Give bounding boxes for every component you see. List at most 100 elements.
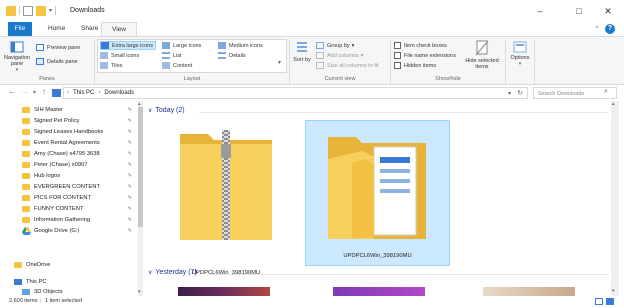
group-header-today[interactable]: ∨ Today (2) (148, 107, 185, 114)
group-by-button[interactable]: Group by ▾ (316, 41, 354, 50)
details-icon (218, 52, 226, 59)
collapse-ribbon-icon[interactable]: ⌃ (594, 25, 600, 33)
item-check-boxes-label: Item check boxes (404, 42, 447, 49)
preview-pane-button[interactable]: Preview pane (36, 43, 80, 52)
item-check-boxes-toggle[interactable]: Item check boxes (394, 41, 447, 50)
file-name-extensions-toggle[interactable]: File name extensions (394, 51, 456, 60)
customize-quick-access-icon[interactable]: ▾ (49, 7, 52, 14)
help-icon[interactable]: ? (605, 24, 615, 34)
nav-item-signed-pet-policy[interactable]: Signed Pet Policy ✎ (22, 115, 140, 126)
address-row: ← → ▾ ↑ › This PC › Downloads ▾ ↻ Search… (0, 85, 624, 101)
close-button[interactable]: ✕ (598, 4, 618, 18)
extra-large-icons-option[interactable]: Extra large icons (100, 41, 156, 50)
pin-icon: ✎ (127, 117, 132, 124)
details-view-icon[interactable] (595, 298, 603, 305)
tab-file[interactable]: File (8, 22, 32, 36)
tab-home[interactable]: Home (38, 22, 75, 36)
chevron-down-icon: ▾ (351, 42, 355, 49)
recent-locations-icon[interactable]: ▾ (33, 89, 36, 96)
nav-item-peter[interactable]: Peter (Chase) x0907 ✎ (22, 159, 140, 170)
address-dropdown-icon[interactable]: ▾ (508, 90, 511, 97)
sort-by-button[interactable]: Sort by (292, 41, 312, 63)
layout-more-icon[interactable]: ▾ (278, 59, 281, 66)
chevron-down-icon: ▾ (360, 52, 364, 59)
content-scrollbar[interactable] (611, 101, 619, 296)
chevron-down-icon: ▾ (518, 61, 522, 67)
add-columns-button[interactable]: Add columns ▾ (316, 51, 364, 60)
large-icons-view-icon[interactable] (606, 298, 614, 305)
navigation-pane-label: Navigation pane (4, 55, 30, 67)
up-arrow-icon[interactable]: ↑ (42, 87, 46, 96)
minimize-button[interactable]: – (530, 4, 550, 18)
properties-icon[interactable] (23, 5, 33, 16)
nav-item-pics-for-content[interactable]: PICS FOR CONTENT ✎ (22, 192, 140, 203)
file-name-extensions-checkbox[interactable] (394, 52, 401, 59)
nav-item-label: Information Gathering (34, 216, 91, 223)
nav-item-sih-master[interactable]: SIH Master ✎ (22, 104, 140, 115)
folder-icon (14, 261, 22, 268)
nav-item-amy[interactable]: Amy (Chase) x4795 3638 ✎ (22, 148, 140, 159)
nav-item-google-drive[interactable]: Google Drive (G:) ✎ (22, 225, 140, 236)
details-pane-button[interactable]: Details pane (36, 57, 78, 66)
tiles-option[interactable]: Tiles (100, 61, 122, 70)
nav-item-label: Hub logos (34, 172, 61, 179)
list-label: List (173, 52, 182, 59)
hidden-items-checkbox[interactable] (394, 62, 401, 69)
nav-item-label: 3D Objects (34, 288, 63, 295)
tab-view[interactable]: View (101, 22, 137, 36)
show-hide-group-label: Show/hide (435, 76, 461, 82)
breadcrumb-this-pc[interactable]: This PC (73, 90, 94, 96)
scroll-up-icon[interactable]: ▴ (138, 101, 141, 107)
nav-item-this-pc[interactable]: This PC (14, 276, 132, 287)
thumbnail-image[interactable] (483, 287, 575, 296)
forward-arrow-icon[interactable]: → (21, 87, 29, 96)
navigation-pane-icon (10, 41, 24, 53)
nav-item-3d-objects[interactable]: 3D Objects (22, 287, 140, 296)
nav-item-evergreen[interactable]: EVERGREEN CONTENT ✎ (22, 181, 140, 192)
scroll-up-icon[interactable]: ▴ (612, 101, 615, 107)
nav-item-event-rental[interactable]: Event Rental Agreements ✎ (22, 137, 140, 148)
new-folder-icon[interactable] (36, 5, 46, 16)
hide-selected-items-button[interactable]: Hide selected items (462, 40, 502, 70)
thumbnail-image[interactable] (333, 287, 425, 296)
pin-icon: ✎ (127, 227, 132, 234)
nav-item-onedrive[interactable]: OneDrive (14, 259, 132, 270)
medium-icons-option[interactable]: Medium icons (218, 41, 263, 50)
maximize-button[interactable]: □ (569, 4, 589, 18)
details-label: Details (229, 52, 246, 59)
breadcrumb-chevron-icon: › (67, 90, 69, 96)
size-all-columns-button[interactable]: Size all columns to fit (316, 61, 379, 70)
large-icons-option[interactable]: Large icons (162, 41, 201, 50)
back-arrow-icon[interactable]: ← (8, 87, 16, 96)
breadcrumb-downloads[interactable]: Downloads (104, 90, 134, 96)
divider (55, 6, 57, 15)
file-tile-zip[interactable]: UPDPCL6Win_398190MU (176, 122, 276, 276)
content-option[interactable]: Content (162, 61, 192, 70)
scroll-down-icon[interactable]: ▾ (138, 289, 141, 295)
item-check-boxes-checkbox[interactable] (394, 42, 401, 49)
thumbnail-image[interactable] (178, 287, 270, 296)
group-header-yesterday[interactable]: ∨ Yesterday (7) (148, 269, 197, 276)
hidden-items-label: Hidden items (404, 62, 437, 69)
small-icons-option[interactable]: Small icons (100, 51, 139, 60)
address-bar[interactable]: › This PC › Downloads ▾ ↻ (63, 87, 528, 99)
nav-item-signed-leases[interactable]: Signed Leases Handbooks ✎ (22, 126, 140, 137)
breadcrumb-chevron-icon: › (98, 90, 101, 96)
details-option[interactable]: Details (218, 51, 246, 60)
list-option[interactable]: List (162, 51, 182, 60)
search-icon[interactable]: ⌕ (604, 88, 608, 96)
nav-item-funny-content[interactable]: FUNNY CONTENT ✎ (22, 203, 140, 214)
scroll-down-icon[interactable]: ▾ (612, 288, 615, 294)
file-tile-folder[interactable]: UPDPCL6Win_398190MU (305, 120, 450, 266)
hidden-items-toggle[interactable]: Hidden items (394, 61, 436, 70)
extra-large-icons-label: Extra large icons (112, 42, 153, 49)
folder-icon (22, 183, 30, 190)
navigation-pane-button[interactable]: Navigation pane ▾ (2, 41, 32, 73)
hide-selected-items-label: Hide selected items (465, 58, 499, 70)
nav-item-information-gathering[interactable]: Information Gathering ✎ (22, 214, 140, 225)
nav-item-hub-logos[interactable]: Hub logos ✎ (22, 170, 140, 181)
pin-icon: ✎ (127, 139, 132, 146)
options-button[interactable]: Options ▾ (507, 41, 533, 67)
refresh-icon[interactable]: ↻ (517, 89, 523, 97)
nav-item-label: This PC (26, 278, 47, 285)
